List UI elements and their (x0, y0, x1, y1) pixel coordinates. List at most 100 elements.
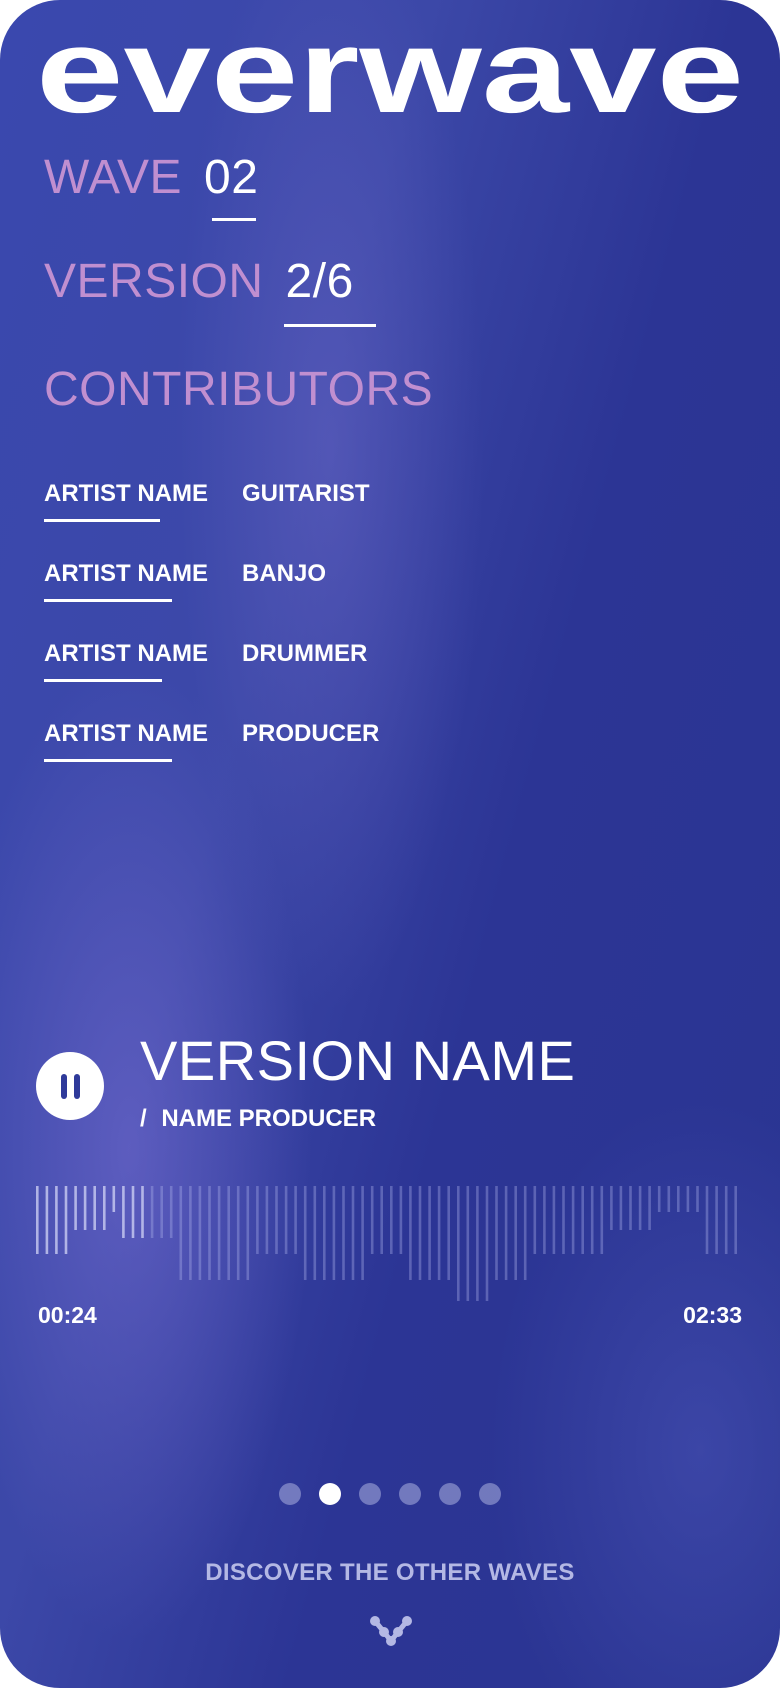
waveform-bar (600, 1186, 604, 1254)
waveform-bar (705, 1186, 709, 1254)
waveform-bar (514, 1186, 517, 1280)
waveform-bar (418, 1186, 422, 1280)
waveform-bar (64, 1186, 68, 1254)
waveform-bar (428, 1186, 431, 1280)
waveform-bar (93, 1186, 96, 1230)
waveform-bar (533, 1186, 537, 1254)
waveform-bar (686, 1186, 690, 1212)
waveform-bar (160, 1186, 163, 1238)
waveform-bar (169, 1186, 173, 1238)
waveform-bar (523, 1186, 527, 1280)
waveform-bar (36, 1186, 39, 1254)
waveform-bar (543, 1186, 546, 1254)
version-title: VERSION NAME (140, 1029, 576, 1092)
pager-dot[interactable] (399, 1483, 421, 1505)
pager-dot[interactable] (479, 1483, 501, 1505)
waveform-scrubber[interactable] (36, 1186, 744, 1301)
wave-number[interactable]: 02 (204, 150, 258, 205)
artist-underline (44, 759, 172, 762)
artist-role: GUITARIST (242, 480, 370, 507)
version-underline (284, 324, 376, 327)
waveform-bar (619, 1186, 623, 1230)
pause-button[interactable] (36, 1052, 104, 1120)
waveform-bar (724, 1186, 728, 1254)
pager-dot[interactable] (279, 1483, 301, 1505)
waveform-bar (571, 1186, 575, 1254)
waveform-bar (361, 1186, 364, 1280)
waveform-bar (208, 1186, 211, 1280)
waveform-bar (696, 1186, 699, 1212)
discover-link[interactable]: DISCOVER THE OTHER WAVES (0, 1559, 780, 1587)
waveform-bar (275, 1186, 278, 1254)
waveform-bar (581, 1186, 584, 1254)
waveform-bar (284, 1186, 288, 1254)
waveform-bar (227, 1186, 230, 1280)
artist-underline (44, 679, 162, 682)
waveform-bar (179, 1186, 183, 1280)
waveform-bar (610, 1186, 613, 1230)
version-label: VERSION (44, 255, 264, 308)
wave-mark-icon[interactable] (369, 1615, 413, 1647)
waveform-bar (150, 1186, 154, 1238)
waveform-bar (476, 1186, 479, 1301)
waveform-bar (485, 1186, 489, 1301)
waveform-bar (504, 1186, 508, 1280)
artist-role: BANJO (242, 560, 327, 587)
waveform-bar (495, 1186, 498, 1280)
waveform-bar (141, 1186, 144, 1238)
waveform-bar (55, 1186, 58, 1254)
waveform-bar (437, 1186, 441, 1280)
artist-role: DRUMMER (242, 640, 368, 667)
waveform-bar (45, 1186, 49, 1254)
waveform-bar (590, 1186, 594, 1254)
artist-underline (44, 519, 160, 522)
waveform-bar (122, 1186, 125, 1238)
pager-dot[interactable] (439, 1483, 461, 1505)
artist-name[interactable]: ARTIST NAME (44, 480, 208, 508)
waveform-bar (562, 1186, 565, 1254)
waveform-bar (74, 1186, 77, 1230)
artist-name[interactable]: ARTIST NAME (44, 560, 208, 588)
artist-role: PRODUCER (242, 720, 380, 747)
wave-row: WAVE 02 (44, 150, 258, 205)
waveform-bar (332, 1186, 336, 1280)
pause-icon (61, 1074, 67, 1099)
waveform-bar (236, 1186, 240, 1280)
wave-underline (212, 218, 256, 221)
waveform-bar (246, 1186, 250, 1280)
waveform-bar (638, 1186, 642, 1230)
subtitle-separator: / (140, 1105, 147, 1132)
waveform-bar (217, 1186, 221, 1280)
producer-name: NAME PRODUCER (161, 1105, 377, 1132)
artist-name[interactable]: ARTIST NAME (44, 640, 208, 668)
artist-name[interactable]: ARTIST NAME (44, 720, 208, 748)
waveform-bar (294, 1186, 297, 1254)
version-row: VERSION 2/6 (44, 254, 354, 309)
waveform-bar (409, 1186, 412, 1280)
waveform-bar (399, 1186, 403, 1254)
waveform-bar (323, 1186, 326, 1280)
waveform-bar (734, 1186, 737, 1254)
waveform-bar (370, 1186, 374, 1254)
waveform-bar (198, 1186, 202, 1280)
waveform-bar (390, 1186, 393, 1254)
version-number[interactable]: 2/6 (286, 254, 354, 309)
waveform-bar (677, 1186, 680, 1212)
pager-dot[interactable] (319, 1483, 341, 1505)
waveform-bar (715, 1186, 718, 1254)
waveform-bar (552, 1186, 556, 1254)
waveform-bar (657, 1186, 661, 1212)
waveform-bar (83, 1186, 87, 1230)
waveform-bar (351, 1186, 355, 1280)
everwave-logo: everwave (36, 26, 744, 126)
svg-text:everwave: everwave (36, 26, 744, 126)
waveform-bar (380, 1186, 383, 1254)
waveform-bar (265, 1186, 269, 1254)
waveform-bar (447, 1186, 450, 1280)
waveform-bar (457, 1186, 460, 1301)
waveform-bar (256, 1186, 259, 1254)
pager-dot[interactable] (359, 1483, 381, 1505)
artist-underline (44, 599, 172, 602)
wave-label: WAVE (44, 151, 183, 204)
waveform-bar (303, 1186, 307, 1280)
